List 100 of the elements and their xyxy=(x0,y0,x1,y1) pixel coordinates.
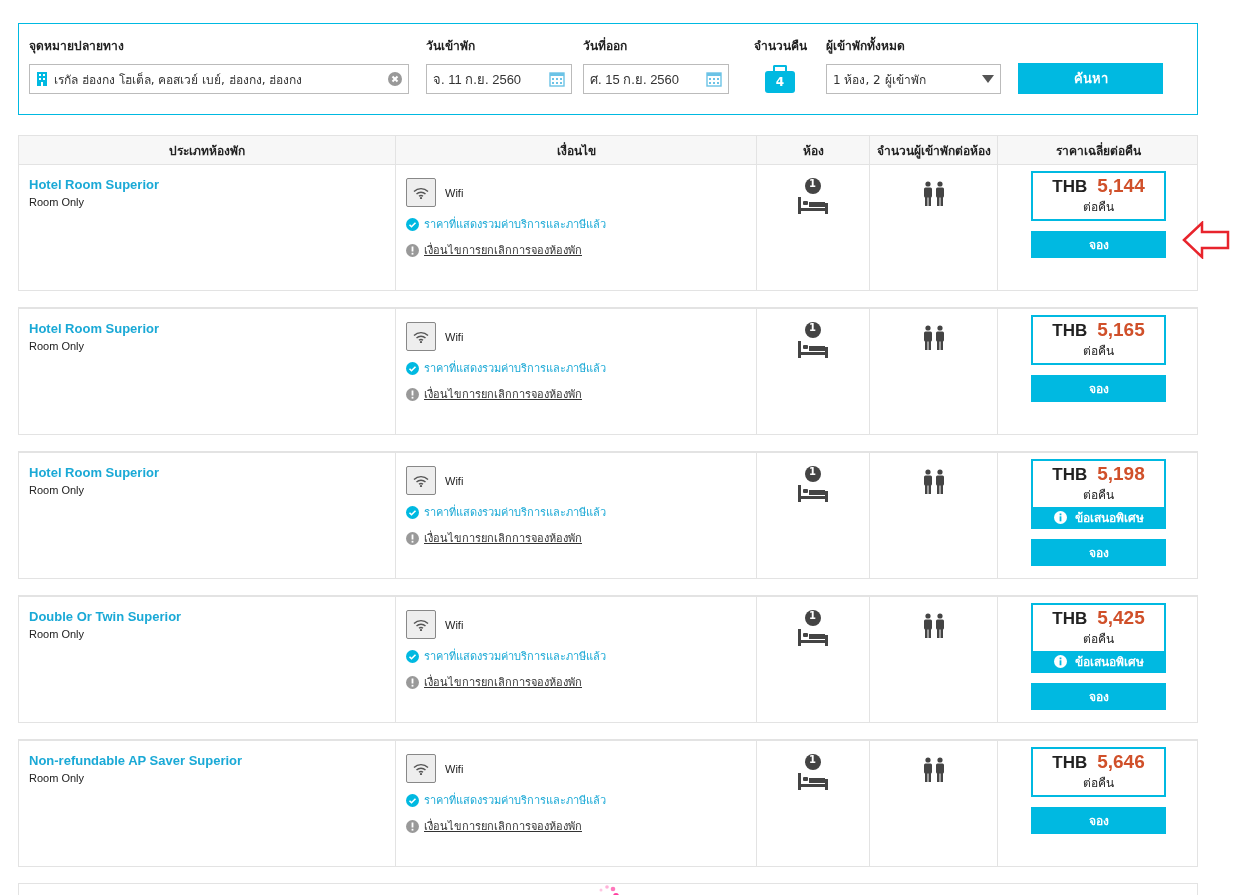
check-icon xyxy=(406,217,419,231)
guests-dropdown[interactable]: 1 ห้อง, 2 ผู้เข้าพัก xyxy=(826,64,1001,94)
book-button[interactable]: จอง xyxy=(1031,231,1166,258)
amenity-label: Wifi xyxy=(445,618,464,631)
field-label: จำนวนคืน xyxy=(753,38,807,54)
exclamation-icon xyxy=(406,675,419,689)
currency: THB xyxy=(1052,177,1088,197)
checkin-value: จ. 11 ก.ย. 2560 xyxy=(433,70,523,89)
cancellation-policy-link[interactable]: เงื่อนไขการยกเลิกการจองห้องพัก xyxy=(424,529,582,547)
currency: THB xyxy=(1052,753,1088,773)
special-offer-label: ข้อเสนอพิเศษ xyxy=(1074,509,1144,527)
column-header: ประเภทห้องพัก xyxy=(168,142,246,160)
currency: THB xyxy=(1052,465,1088,485)
two-people-icon xyxy=(921,613,946,639)
checkout-field[interactable]: ศ. 15 ก.ย. 2560 xyxy=(583,64,729,94)
room-count: 1 xyxy=(809,178,816,189)
tax-note: ราคาที่แสดงรวมค่าบริการและภาษีแล้ว xyxy=(424,791,606,809)
column-header: เงื่อนไข xyxy=(395,136,756,164)
per-night-label: ต่อคืน xyxy=(1083,631,1114,648)
board-type: Room Only xyxy=(29,484,85,496)
amenity-label: Wifi xyxy=(445,762,464,775)
check-icon xyxy=(406,649,419,663)
wifi-icon xyxy=(406,466,436,495)
checkin-field[interactable]: จ. 11 ก.ย. 2560 xyxy=(426,64,572,94)
bed-icon xyxy=(796,753,830,791)
room-count: 1 xyxy=(809,610,816,621)
exclamation-icon xyxy=(406,531,419,545)
room-name-link[interactable]: Hotel Room Superior xyxy=(29,321,159,336)
two-people-icon xyxy=(921,325,946,351)
two-people-icon xyxy=(921,181,946,207)
per-night-label: ต่อคืน xyxy=(1083,487,1114,504)
destination-field[interactable]: เรกัล ฮ่องกง โฮเต็ล, คอสเวย์ เบย์, ฮ่องกง, ฮ่องกง xyxy=(29,64,409,94)
board-type: Room Only xyxy=(29,628,85,640)
clear-icon[interactable] xyxy=(388,72,402,86)
wifi-icon xyxy=(406,754,436,783)
building-icon xyxy=(36,72,48,86)
exclamation-icon xyxy=(406,243,419,257)
cancellation-policy-link[interactable]: เงื่อนไขการยกเลิกการจองห้องพัก xyxy=(424,673,582,691)
two-people-icon xyxy=(921,469,946,495)
book-button[interactable]: จอง xyxy=(1031,683,1166,710)
column-header: จำนวนผู้เข้าพักต่อห้อง xyxy=(869,136,997,164)
bed-icon xyxy=(796,609,830,647)
check-icon xyxy=(406,361,419,375)
info-icon xyxy=(1053,654,1067,668)
check-icon xyxy=(406,505,419,519)
cancellation-policy-link[interactable]: เงื่อนไขการยกเลิกการจองห้องพัก xyxy=(424,385,582,403)
column-header: ห้อง xyxy=(756,136,869,164)
info-icon xyxy=(1053,510,1067,524)
book-button[interactable]: จอง xyxy=(1031,539,1166,566)
board-type: Room Only xyxy=(29,196,85,208)
room-name-link[interactable]: Double Or Twin Superior xyxy=(29,609,182,624)
currency: THB xyxy=(1052,609,1088,629)
room-name-link[interactable]: Hotel Room Superior xyxy=(29,177,159,192)
per-night-label: ต่อคืน xyxy=(1083,343,1114,360)
pointer-arrow-icon xyxy=(1182,221,1230,259)
search-button[interactable]: ค้นหา xyxy=(1018,63,1163,94)
exclamation-icon xyxy=(406,819,419,833)
exclamation-icon xyxy=(406,387,419,401)
special-offer-label: ข้อเสนอพิเศษ xyxy=(1074,653,1144,671)
field-label: วันที่ออก xyxy=(583,36,628,54)
room-name-link[interactable]: Hotel Room Superior xyxy=(29,465,159,480)
bed-icon xyxy=(796,465,830,503)
bed-icon xyxy=(796,177,830,215)
column-header: ราคาเฉลี่ยต่อคืน xyxy=(997,136,1199,164)
two-people-icon xyxy=(921,757,946,783)
price: 5,198 xyxy=(1097,463,1145,485)
book-button[interactable]: จอง xyxy=(1031,375,1166,402)
destination-value: เรกัล ฮ่องกง โฮเต็ล, คอสเวย์ เบย์, ฮ่องกง, ฮ่องกง xyxy=(54,71,304,89)
wifi-icon xyxy=(406,610,436,639)
book-button[interactable]: จอง xyxy=(1031,807,1166,834)
field-label: จุดหมายปลายทาง xyxy=(29,38,125,54)
tax-note: ราคาที่แสดงรวมค่าบริการและภาษีแล้ว xyxy=(424,503,606,521)
price: 5,425 xyxy=(1097,607,1145,629)
wifi-icon xyxy=(406,178,436,207)
calendar-icon xyxy=(706,71,722,87)
wifi-icon xyxy=(406,322,436,351)
room-count: 1 xyxy=(809,754,816,765)
room-name-link[interactable]: Non-refundable AP Saver Superior xyxy=(29,753,243,768)
room-count: 1 xyxy=(809,322,816,333)
price: 5,165 xyxy=(1097,319,1145,341)
amenity-label: Wifi xyxy=(445,330,464,343)
field-label: วันเข้าพัก xyxy=(426,38,476,54)
per-night-label: ต่อคืน xyxy=(1083,775,1114,792)
tax-note: ราคาที่แสดงรวมค่าบริการและภาษีแล้ว xyxy=(424,215,606,233)
cancellation-policy-link[interactable]: เงื่อนไขการยกเลิกการจองห้องพัก xyxy=(424,241,582,259)
tax-note: ราคาที่แสดงรวมค่าบริการและภาษีแล้ว xyxy=(424,647,606,665)
room-count: 1 xyxy=(809,466,816,477)
field-label: ผู้เข้าพักทั้งหมด xyxy=(826,36,1001,54)
cancellation-policy-link[interactable]: เงื่อนไขการยกเลิกการจองห้องพัก xyxy=(424,817,582,835)
amenity-label: Wifi xyxy=(445,186,464,199)
amenity-label: Wifi xyxy=(445,474,464,487)
per-night-label: ต่อคืน xyxy=(1083,199,1114,216)
checkout-value: ศ. 15 ก.ย. 2560 xyxy=(590,70,681,89)
tax-note: ราคาที่แสดงรวมค่าบริการและภาษีแล้ว xyxy=(424,359,606,377)
board-type: Room Only xyxy=(29,772,85,784)
calendar-icon xyxy=(549,71,565,87)
caret-icon xyxy=(982,75,994,83)
check-icon xyxy=(406,793,419,807)
bed-icon xyxy=(796,321,830,359)
price: 5,646 xyxy=(1097,751,1145,773)
